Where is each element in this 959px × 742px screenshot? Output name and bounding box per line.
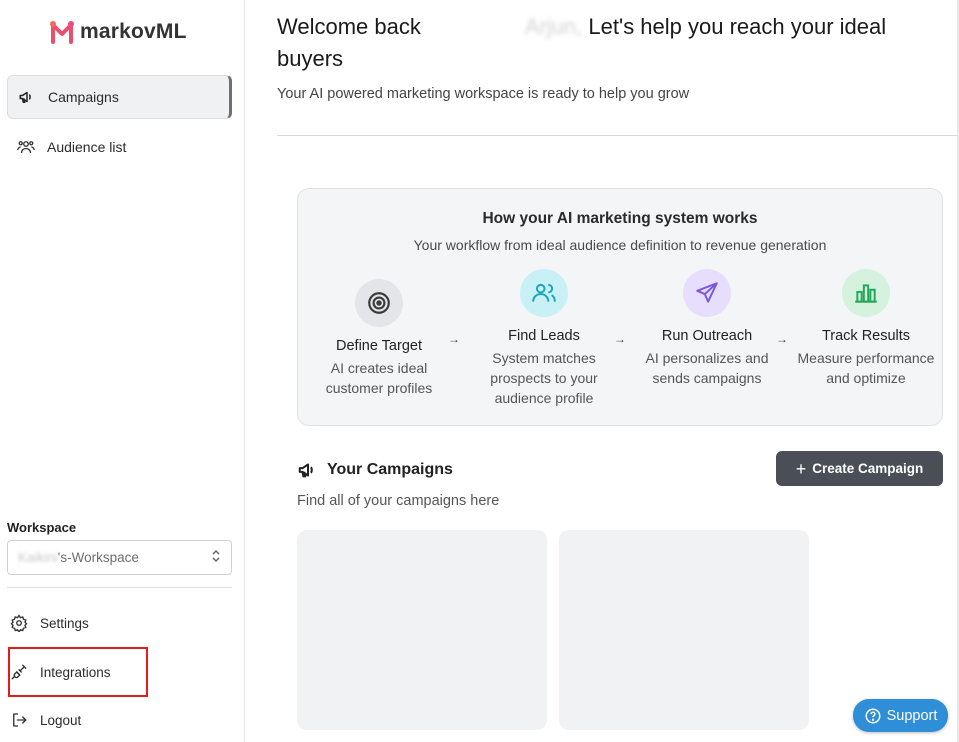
sidebar: markovML Campaigns Audience list Workspa… [0,0,245,742]
step-name: Define Target [336,338,422,354]
megaphone-icon [18,88,36,106]
step-name: Run Outreach [661,328,753,344]
workspace-label: Workspace [7,520,77,535]
main-content: Welcome back Arjun, Let's help you reach… [245,0,959,742]
step-track-results: Track Results Measure performance and op… [796,269,936,388]
sidebar-item-settings[interactable]: Settings [10,614,89,632]
send-icon [683,269,731,317]
arrow-right-icon: → [614,332,626,346]
step-name: Find Leads [508,328,580,344]
plus-icon: + [795,458,807,479]
campaigns-heading: Your Campaigns [297,459,453,481]
step-run-outreach: Run Outreach AI personalizes and sends c… [637,269,777,388]
brand-logo[interactable]: markovML [50,19,187,45]
workspace-name-suffix: 's-Workspace [57,550,139,565]
sidebar-item-label: Campaigns [48,89,119,105]
campaign-card-placeholder [297,530,547,730]
create-campaign-label: Create Campaign [812,461,924,476]
step-desc: AI personalizes and sends campaigns [645,350,769,386]
arrow-right-icon: → [448,332,460,346]
sidebar-item-campaigns[interactable]: Campaigns [7,75,232,119]
megaphone-icon [298,463,313,478]
support-label: Support [886,707,938,724]
campaigns-subtitle: Find all of your campaigns here [297,493,500,509]
brand-name: markovML [80,20,187,43]
step-define-target: Define Target AI creates ideal customer … [309,279,449,398]
create-campaign-button[interactable]: + Create Campaign [776,451,943,486]
workspace-select[interactable]: Kaikini's-Workspace [7,540,232,575]
sidebar-item-audience-list[interactable]: Audience list [7,125,232,169]
help-circle-icon [865,708,881,723]
page-subtitle: Your AI powered marketing workspace is r… [277,86,690,102]
users-icon [17,138,35,156]
user-name: Arjun, [524,14,583,39]
how-it-works-subtitle: Your workflow from ideal audience defini… [413,237,827,253]
chevron-up-down-icon [211,549,221,566]
divider [7,587,232,588]
campaigns-title: Your Campaigns [327,461,453,478]
bar-chart-icon [842,269,890,317]
sidebar-item-label: Audience list [47,139,127,155]
target-icon [355,279,403,327]
workspace-owner-name: Kaikini [18,550,58,565]
arrow-right-icon: → [776,332,788,346]
how-it-works-title: How your AI marketing system works [482,210,758,227]
sidebar-item-label: Settings [40,615,89,631]
users-icon [520,269,568,317]
highlight-box [8,647,148,697]
step-name: Track Results [821,328,911,344]
sidebar-item-label: Logout [40,712,82,728]
campaign-card-placeholder [559,530,809,730]
step-desc: System matches prospects to your audienc… [490,350,598,406]
markovml-logo-icon [50,21,74,44]
step-desc: AI creates ideal customer profiles [325,360,433,396]
welcome-prefix: Welcome back [277,14,421,39]
step-find-leads: Find Leads System matches prospects to y… [474,269,614,408]
workspace-value: Kaikini's-Workspace [18,550,139,565]
gear-icon [10,614,28,632]
page-title: Welcome back Arjun, Let's help you reach… [277,11,957,75]
sidebar-item-logout[interactable]: Logout [10,711,81,729]
logout-icon [13,713,27,727]
divider [277,135,959,136]
how-it-works-card: How your AI marketing system works Your … [297,188,943,426]
support-button[interactable]: Support [853,699,948,732]
step-desc: Measure performance and optimize [797,350,935,386]
